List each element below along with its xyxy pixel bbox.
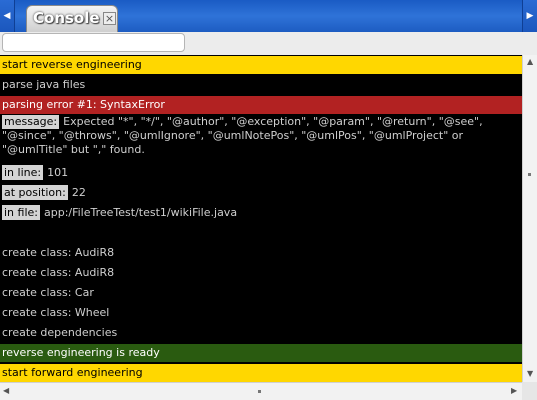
scroll-right-icon[interactable]: ▶	[511, 386, 517, 395]
console-line-class: create class: Wheel	[2, 306, 110, 319]
filter-input[interactable]	[2, 33, 185, 52]
file-tag: in file:	[2, 205, 40, 220]
tab-console-label: Console	[33, 9, 100, 27]
error-message: message: Expected "*", "*/", "@author", "…	[0, 115, 520, 157]
in-line-tag: in line:	[2, 165, 44, 180]
error-file-info: in file: app:/FileTreeTest/test1/wikiFile…	[0, 203, 522, 223]
console-output: start reverse engineering parse java fil…	[0, 55, 522, 382]
message-text: Expected "*", "*/", "@author", "@excepti…	[2, 115, 483, 156]
console-line-ready: reverse engineering is ready	[0, 344, 522, 362]
error-position-info: at position: 22	[0, 183, 522, 203]
scrollbar-corner	[522, 382, 537, 400]
scroll-left-icon[interactable]: ◀	[0, 0, 15, 32]
console-line-dependencies: create dependencies	[2, 326, 118, 339]
scroll-right-icon[interactable]: ▶	[522, 0, 537, 32]
console-line-forward: start forward engineering	[0, 364, 522, 382]
scroll-thumb[interactable]	[258, 390, 261, 393]
file-value: app:/FileTreeTest/test1/wikiFile.java	[43, 206, 238, 219]
console-toolbar	[0, 32, 537, 55]
console-line-error: parsing error #1: SyntaxError	[0, 96, 522, 114]
scroll-up-icon[interactable]: ▲	[527, 57, 533, 66]
message-tag: message:	[2, 115, 60, 129]
console-line-class: create class: AudiR8	[2, 246, 115, 259]
console-line-class: create class: AudiR8	[2, 266, 115, 279]
error-line-info: in line: 101	[0, 163, 522, 183]
position-value: 22	[71, 186, 86, 199]
position-tag: at position:	[2, 185, 68, 200]
console-line-class: create class: Car	[2, 286, 94, 299]
tab-console[interactable]: Console ×	[26, 5, 118, 32]
vertical-scrollbar[interactable]: ▲ ▼	[522, 55, 537, 382]
panel-tab-bar: ◀ Console × ▶	[0, 0, 537, 32]
in-line-value: 101	[47, 166, 69, 179]
scroll-down-icon[interactable]: ▼	[527, 369, 533, 378]
console-line-start: start reverse engineering	[0, 56, 522, 74]
close-icon[interactable]: ×	[103, 12, 116, 25]
horizontal-scrollbar[interactable]: ◀ ▶	[0, 382, 522, 400]
scroll-thumb[interactable]	[528, 173, 531, 176]
console-line-parse: parse java files	[2, 78, 86, 91]
scroll-left-icon[interactable]: ◀	[3, 386, 9, 395]
